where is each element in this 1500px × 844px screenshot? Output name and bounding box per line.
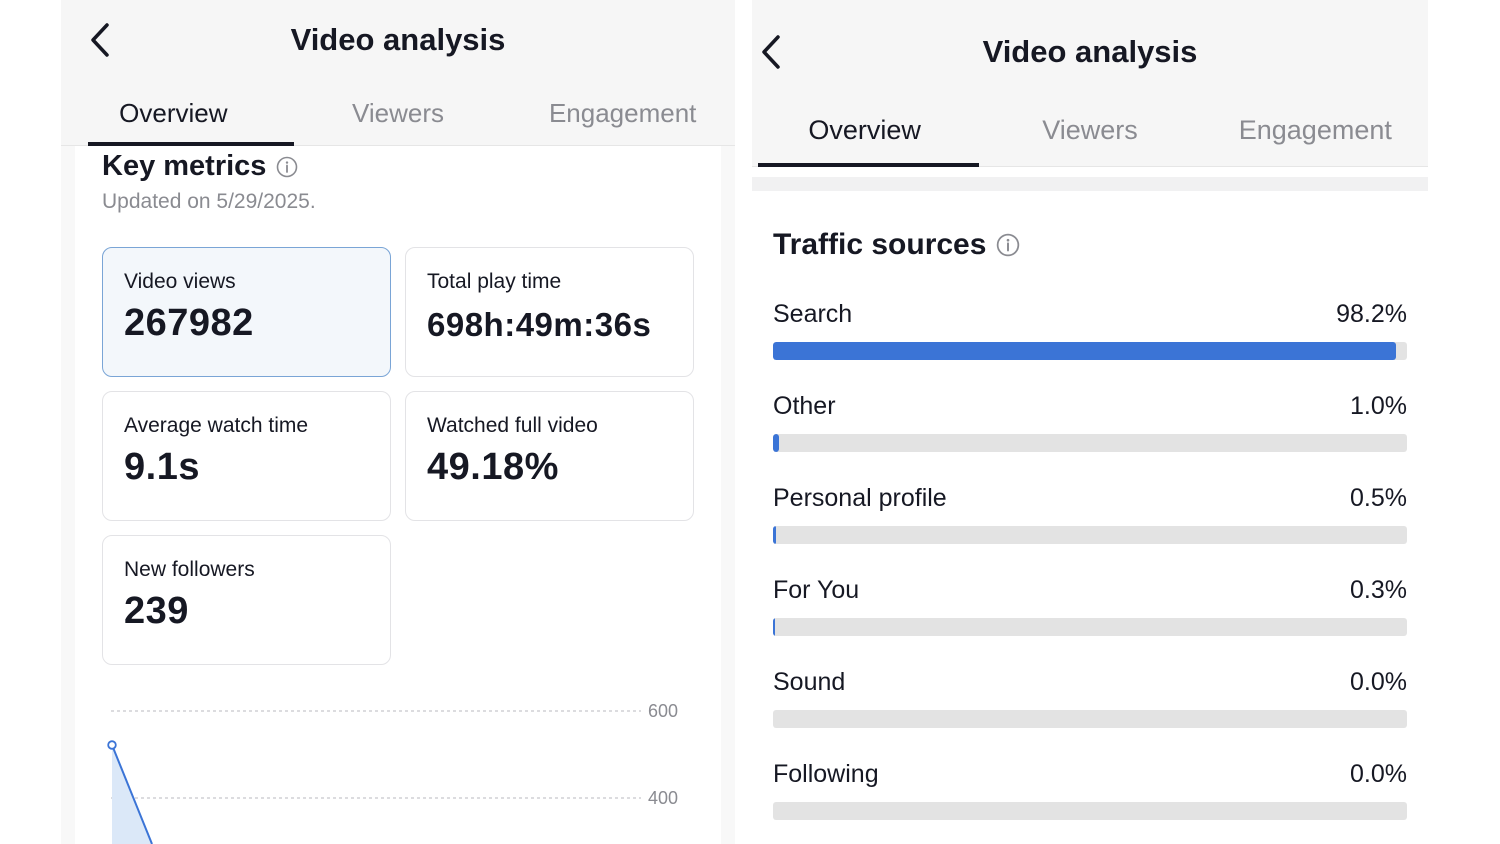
metric-card-average-watch-time[interactable]: Average watch time 9.1s — [102, 391, 391, 521]
traffic-source-for-you: For You 0.3% — [773, 576, 1407, 646]
source-percent: 0.0% — [1350, 760, 1407, 788]
progress-track — [773, 342, 1407, 360]
left-screen: Video analysis Overview Viewers Engageme… — [61, 0, 735, 844]
key-metrics-title: Key metrics — [102, 150, 298, 183]
info-circle-icon[interactable] — [996, 233, 1020, 257]
source-name: Following — [773, 760, 879, 788]
progress-track — [773, 526, 1407, 544]
progress-fill — [773, 342, 1396, 360]
traffic-sources-title: Traffic sources — [773, 228, 1020, 262]
source-name: For You — [773, 576, 860, 604]
header: Video analysis Overview Viewers Engageme… — [752, 0, 1428, 167]
progress-track — [773, 802, 1407, 820]
source-name: Other — [773, 392, 836, 420]
tab-bar: Overview Viewers Engagement — [752, 108, 1428, 167]
updated-date: Updated on 5/29/2025. — [102, 190, 316, 213]
page-title: Video analysis — [290, 22, 506, 57]
y-tick-label-400: 400 — [648, 788, 678, 808]
traffic-source-search: Search 98.2% — [773, 300, 1407, 370]
source-percent: 0.5% — [1350, 484, 1407, 512]
progress-track — [773, 618, 1407, 636]
views-chart: 600 400 — [107, 701, 678, 844]
tab-viewers[interactable]: Viewers — [977, 108, 1202, 166]
metric-label: Average watch time — [124, 414, 309, 437]
metric-value: 49.18% — [427, 446, 559, 488]
tab-engagement[interactable]: Engagement — [510, 94, 735, 145]
tab-viewers[interactable]: Viewers — [286, 94, 511, 145]
source-percent: 0.0% — [1350, 668, 1407, 696]
traffic-source-sound: Sound 0.0% — [773, 668, 1407, 738]
page-title: Video analysis — [982, 34, 1198, 69]
source-name: Personal profile — [773, 484, 947, 512]
tab-overview[interactable]: Overview — [752, 108, 980, 167]
source-percent: 1.0% — [1350, 392, 1407, 420]
tab-engagement[interactable]: Engagement — [1203, 108, 1428, 166]
chart-point[interactable] — [107, 740, 117, 750]
tab-bar: Overview Viewers Engagement — [61, 94, 735, 146]
key-metrics-section: Key metrics Updated on 5/29/2025. Video … — [75, 146, 721, 844]
header: Video analysis Overview Viewers Engageme… — [61, 0, 735, 146]
progress-fill — [773, 526, 777, 544]
traffic-source-personal-profile: Personal profile 0.5% — [773, 484, 1407, 554]
section-divider — [752, 177, 1428, 191]
progress-fill — [773, 618, 775, 636]
metric-value: 239 — [124, 590, 189, 632]
metric-label: New followers — [124, 558, 255, 581]
metric-value: 698h:49m:36s — [427, 306, 652, 343]
metric-value: 9.1s — [124, 446, 200, 488]
traffic-source-following: Following 0.0% — [773, 760, 1407, 830]
metric-label: Total play time — [427, 270, 562, 293]
source-percent: 0.3% — [1350, 576, 1407, 604]
metric-card-watched-full-video[interactable]: Watched full video 49.18% — [405, 391, 694, 521]
source-name: Sound — [773, 668, 846, 696]
traffic-source-other: Other 1.0% — [773, 392, 1407, 462]
key-metrics-label: Key metrics — [102, 150, 267, 182]
y-tick-label-600: 600 — [648, 701, 678, 721]
info-circle-icon[interactable] — [276, 156, 298, 178]
metric-card-new-followers[interactable]: New followers 239 — [102, 535, 391, 665]
source-name: Search — [773, 300, 853, 328]
metric-label: Watched full video — [427, 414, 598, 437]
metric-label: Video views — [124, 270, 236, 293]
tab-overview[interactable]: Overview — [61, 94, 294, 146]
progress-track — [773, 434, 1407, 452]
progress-fill — [773, 434, 780, 452]
metric-value: 267982 — [124, 302, 254, 344]
metric-card-video-views[interactable]: Video views 267982 — [102, 247, 391, 377]
traffic-sources-label: Traffic sources — [773, 228, 987, 261]
progress-track — [773, 710, 1407, 728]
right-screen: Video analysis Overview Viewers Engageme… — [752, 0, 1428, 844]
source-percent: 98.2% — [1336, 300, 1407, 328]
metric-card-total-play-time[interactable]: Total play time 698h:49m:36s — [405, 247, 694, 377]
